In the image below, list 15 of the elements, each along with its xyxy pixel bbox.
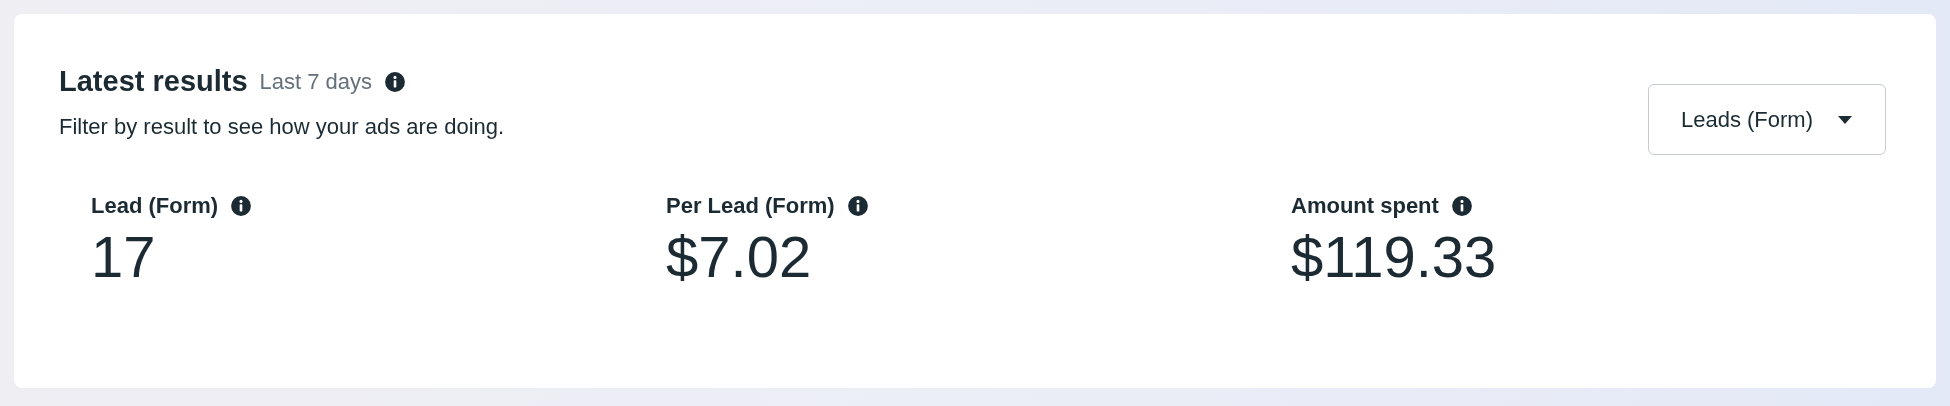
result-filter-dropdown[interactable]: Leads (Form) (1647, 84, 1886, 155)
period-label: Last 7 days (259, 68, 373, 97)
info-icon[interactable] (230, 194, 253, 217)
info-icon[interactable] (384, 70, 407, 93)
card-description: Filter by result to see how your ads are doing. (59, 112, 505, 141)
info-icon[interactable] (1450, 194, 1473, 217)
metric-value: $119.33 (1291, 228, 1498, 286)
metric-value: 17 (91, 228, 157, 286)
metric-label: Amount spent (1291, 192, 1439, 220)
info-icon[interactable] (846, 194, 869, 217)
card-title: Latest results (59, 64, 248, 99)
metric-label: Lead (Form) (91, 192, 219, 220)
metric-value: $7.02 (666, 228, 813, 286)
metric-label: Per Lead (Form) (666, 192, 835, 220)
caret-icon (1837, 114, 1853, 125)
